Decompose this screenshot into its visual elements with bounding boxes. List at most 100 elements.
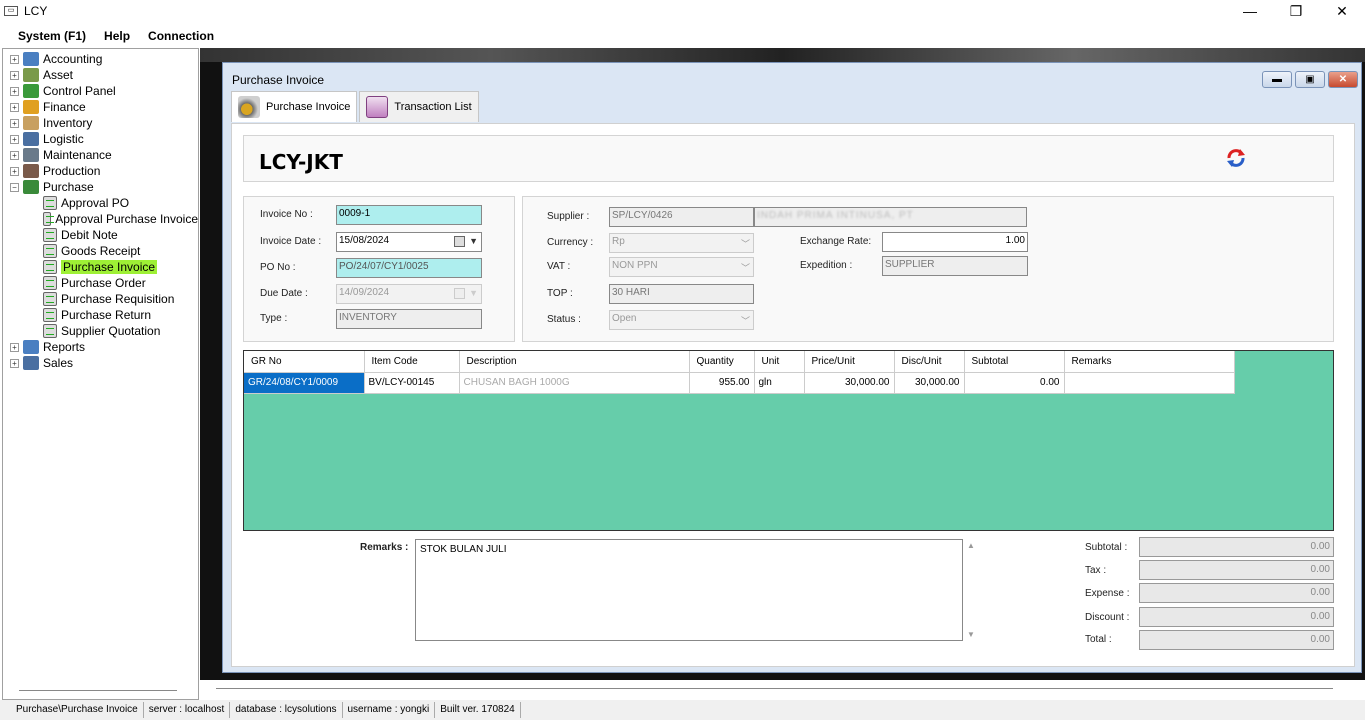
company-header: LCY-JKT	[243, 135, 1334, 182]
column-header[interactable]: Item Code	[364, 351, 460, 373]
tree-item-accounting[interactable]: + Accounting	[3, 51, 198, 67]
exchange-rate-field[interactable]: 1.00	[882, 232, 1028, 252]
tree-item-supplier-quotation[interactable]: Supplier Quotation	[3, 323, 198, 339]
tree-item-label: Debit Note	[61, 228, 118, 242]
column-header[interactable]: Description	[459, 351, 690, 373]
tree-item-inventory[interactable]: + Inventory	[3, 115, 198, 131]
calendar-icon	[454, 288, 465, 299]
invoice-no-field[interactable]: 0009-1	[336, 205, 482, 225]
supplier-code-field[interactable]: SP/LCY/0426	[609, 207, 754, 227]
tree-item-purchase-invoice[interactable]: Purchase Invoice	[3, 259, 198, 275]
remarks-textarea[interactable]: STOK BULAN JULI	[415, 539, 963, 641]
expand-icon[interactable]: +	[10, 54, 19, 64]
menu-help[interactable]: Help	[95, 26, 139, 46]
tree-item-purchase[interactable]: − Purchase	[3, 179, 198, 195]
tab-purchase-invoice[interactable]: Purchase Invoice	[231, 91, 358, 122]
subtotal-label: Subtotal :	[1085, 542, 1128, 553]
chevron-down-icon[interactable]: ▼	[469, 236, 478, 246]
grid-cell[interactable]: 0.00	[964, 372, 1065, 394]
child-restore-button[interactable]: ▣	[1295, 71, 1325, 88]
expand-icon[interactable]: +	[10, 150, 19, 160]
column-header[interactable]: Subtotal	[964, 351, 1065, 373]
status-select: Open ﹀	[609, 310, 754, 330]
remarks-scrollbar[interactable]: ▲ ▼	[967, 539, 979, 641]
column-header[interactable]: Remarks	[1064, 351, 1235, 373]
discount-field: 0.00	[1139, 607, 1334, 627]
menu-system[interactable]: System (F1)	[0, 26, 95, 46]
expand-icon[interactable]: +	[10, 70, 19, 80]
calendar-icon[interactable]	[454, 236, 465, 247]
tree-item-goods-receipt[interactable]: Goods Receipt	[3, 243, 198, 259]
grid-cell[interactable]: 30,000.00	[894, 372, 965, 394]
grid-cell[interactable]	[1064, 372, 1235, 394]
status-username: username : yongki	[343, 702, 436, 718]
tree-item-label: Purchase Requisition	[61, 292, 175, 306]
expand-icon[interactable]: +	[10, 342, 19, 352]
tree-item-maintenance[interactable]: + Maintenance	[3, 147, 198, 163]
tree-item-purchase-return[interactable]: Purchase Return	[3, 307, 198, 323]
tree-item-purchase-order[interactable]: Purchase Order	[3, 275, 198, 291]
close-button[interactable]: ✕	[1319, 0, 1365, 22]
tree-item-approval-po[interactable]: Approval PO	[3, 195, 198, 211]
grid-cell[interactable]: 955.00	[689, 372, 755, 394]
menu-connection[interactable]: Connection	[139, 26, 223, 46]
child-window-controls: ▬ ▣ ✕	[1259, 71, 1358, 88]
type-label: Type :	[260, 313, 288, 324]
column-header[interactable]: Unit	[754, 351, 805, 373]
minimize-button[interactable]: —	[1227, 0, 1273, 22]
status-bar: Purchase\Purchase Invoice server : local…	[0, 700, 1365, 720]
expand-icon[interactable]: +	[10, 86, 19, 96]
table-row[interactable]: GR/24/08/CY1/0009 BV/LCY-00145 CHUSAN BAGH…	[244, 372, 1235, 394]
child-minimize-button[interactable]: ▬	[1262, 71, 1292, 88]
maximize-button[interactable]: ❐	[1273, 0, 1319, 22]
tab-transaction-list[interactable]: Transaction List	[359, 91, 479, 122]
sidebar-hscrollbar[interactable]	[19, 690, 177, 691]
tree-item-approval-purchase-invoice[interactable]: Approval Purchase Invoice	[3, 211, 198, 227]
tree-item-control-panel[interactable]: + Control Panel	[3, 83, 198, 99]
expand-icon[interactable]: +	[10, 358, 19, 368]
column-header[interactable]: GR No	[244, 351, 365, 373]
tree-item-reports[interactable]: + Reports	[3, 339, 198, 355]
workspace-hscrollbar[interactable]	[216, 688, 1333, 689]
expand-icon[interactable]: +	[10, 118, 19, 128]
expand-icon[interactable]: +	[10, 134, 19, 144]
tree-item-sales[interactable]: + Sales	[3, 355, 198, 371]
finance-icon	[23, 100, 39, 114]
tree-item-debit-note[interactable]: Debit Note	[3, 227, 198, 243]
tree-item-logistic[interactable]: + Logistic	[3, 131, 198, 147]
column-header[interactable]: Price/Unit	[804, 351, 895, 373]
tree-item-production[interactable]: + Production	[3, 163, 198, 179]
grid-cell[interactable]: gln	[754, 372, 805, 394]
column-header[interactable]: Quantity	[689, 351, 755, 373]
expand-icon[interactable]: +	[10, 102, 19, 112]
po-no-field[interactable]: PO/24/07/CY1/0025	[336, 258, 482, 278]
grid-cell[interactable]: 30,000.00	[804, 372, 895, 394]
app-icon: ▭	[4, 6, 18, 16]
vat-value: NON PPN	[612, 260, 658, 271]
grid-cell[interactable]: CHUSAN BAGH 1000G	[459, 372, 690, 394]
status-label: Status :	[547, 314, 581, 325]
supplier-name-value: INDAH PRIMA INTINUSA, PT	[757, 210, 914, 221]
grid-cell[interactable]: GR/24/08/CY1/0009	[244, 372, 365, 394]
tree-item-label: Control Panel	[43, 84, 116, 98]
scroll-down-icon[interactable]: ▼	[967, 630, 975, 639]
tree-item-finance[interactable]: + Finance	[3, 99, 198, 115]
invoice-date-value: 15/08/2024	[339, 235, 390, 246]
scroll-up-icon[interactable]: ▲	[967, 541, 975, 550]
tree-item-asset[interactable]: + Asset	[3, 67, 198, 83]
supplier-label: Supplier :	[547, 211, 590, 222]
due-date-picker: 14/09/2024 ▼	[336, 284, 482, 304]
child-close-button[interactable]: ✕	[1328, 71, 1358, 88]
supplier-info-group: Supplier : SP/LCY/0426 INDAH PRIMA INTIN…	[522, 196, 1334, 342]
invoice-date-picker[interactable]: 15/08/2024 ▼	[336, 232, 482, 252]
invoice-items-grid[interactable]: GR No Item Code Description Quantity Unit Pri…	[243, 350, 1334, 531]
tree-item-label: Inventory	[43, 116, 93, 130]
tree-item-purchase-requisition[interactable]: Purchase Requisition	[3, 291, 198, 307]
grid-cell[interactable]: BV/LCY-00145	[364, 372, 460, 394]
discount-label: Discount :	[1085, 612, 1130, 623]
refresh-icon[interactable]	[1225, 147, 1247, 169]
collapse-icon[interactable]: −	[10, 182, 19, 192]
expand-icon[interactable]: +	[10, 166, 19, 176]
tab-label: Purchase Invoice	[266, 101, 351, 113]
column-header[interactable]: Disc/Unit	[894, 351, 965, 373]
